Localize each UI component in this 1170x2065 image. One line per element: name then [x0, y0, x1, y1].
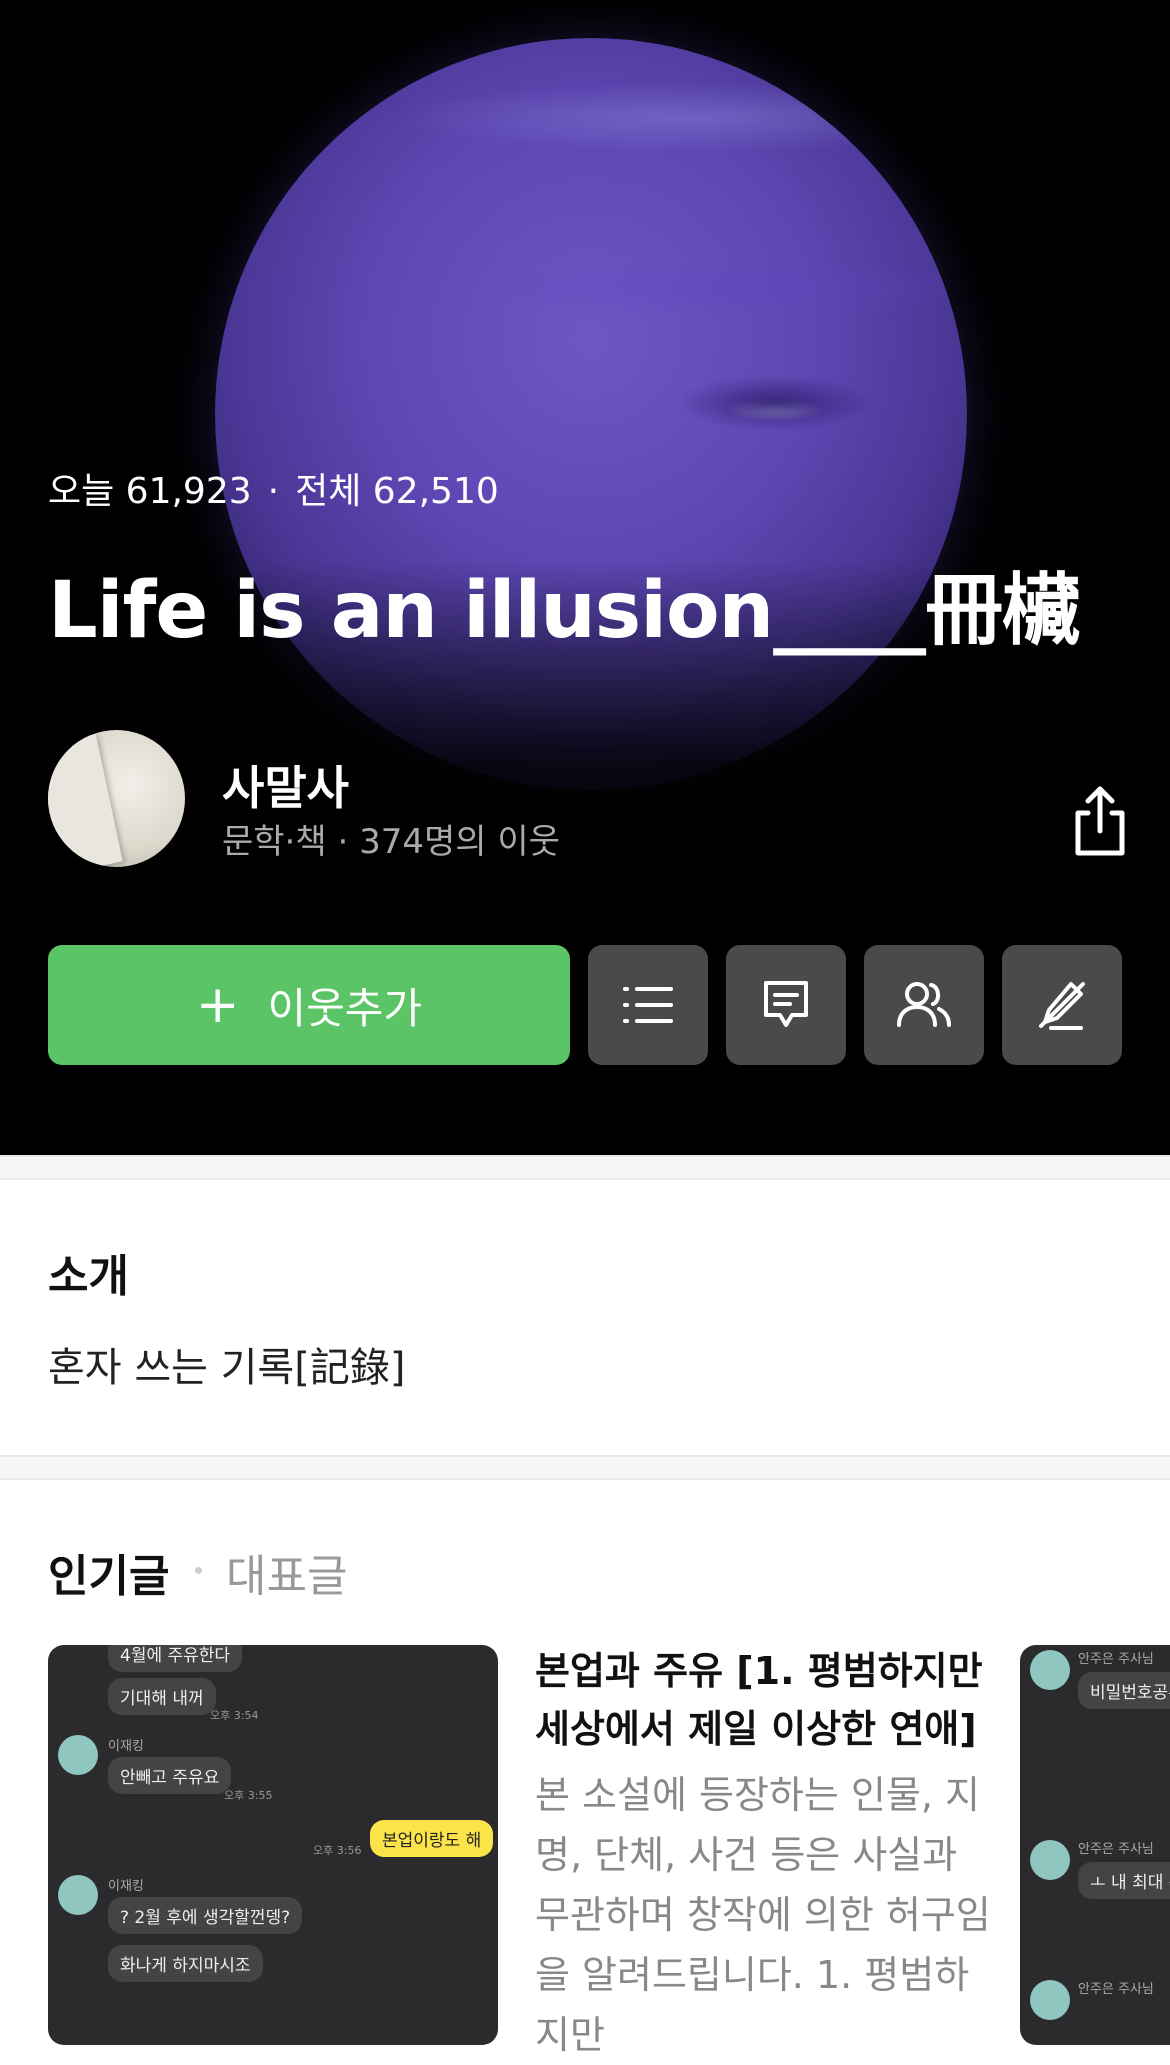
chat-avatar: [1030, 1840, 1070, 1880]
edit-off-icon: [1039, 982, 1085, 1030]
write-button[interactable]: [1002, 945, 1122, 1065]
blog-cover: 오늘 61,923 · 전체 62,510 Life is an illusion_…: [0, 0, 1170, 1155]
list-icon: [623, 987, 673, 1023]
stats-total: 전체 62,510: [295, 471, 499, 512]
share-icon[interactable]: [1068, 785, 1132, 857]
section-divider: [0, 1455, 1170, 1480]
add-neighbor-label: 이웃추가: [267, 983, 423, 1033]
visitor-stats: 오늘 61,923 · 전체 62,510: [48, 462, 499, 514]
blog-title: Life is an illusion____冊欌: [48, 566, 1080, 656]
post-title[interactable]: 본업과 주유 [1. 평범하지만 세상에서 제일 이상한 연애]: [535, 1642, 995, 1758]
tab-separator: [195, 1567, 202, 1574]
post-excerpt: 본 소설에 등장하는 인물, 지명, 단체, 사건 등은 사실과 무관하며 창작…: [535, 1773, 991, 2057]
chat-avatar: [1030, 1650, 1070, 1690]
section-divider: [0, 1155, 1170, 1180]
stats-separator: ·: [267, 471, 280, 512]
intro-heading: 소개: [48, 1251, 129, 1302]
tab-popular-posts[interactable]: 인기글: [48, 1540, 169, 1604]
guestbook-button[interactable]: [726, 945, 846, 1065]
post-thumbnail[interactable]: 4월에 주유한다 기대해 내꺼 오후 3:54 이재킹 안빼고 주유요 오후 3…: [48, 1645, 498, 2045]
chat-avatar: [58, 1735, 98, 1775]
add-neighbor-button[interactable]: + 이웃추가: [48, 945, 570, 1065]
plus-icon: +: [195, 975, 240, 1035]
blog-category-neighbors: 문학·책 · 374명의 이웃: [222, 822, 560, 862]
tab-featured-posts[interactable]: 대표글: [226, 1540, 347, 1604]
chat-avatar: [1030, 1980, 1070, 2020]
stats-today: 오늘 61,923: [48, 471, 252, 512]
intro-text: 혼자 쓰는 기록[記錄]: [48, 1345, 406, 1391]
post-list-button[interactable]: [588, 945, 708, 1065]
comment-icon: [764, 981, 808, 1027]
neighbors-icon: [897, 982, 951, 1027]
next-post-thumbnail[interactable]: 안주은 주사님 비밀번호공유 안주은 주사님 ㅗ 내 최대 관 안주은 주사님: [1020, 1645, 1170, 2045]
profile-avatar[interactable]: [48, 730, 185, 867]
neighbors-button[interactable]: [864, 945, 984, 1065]
chat-avatar: [58, 1875, 98, 1915]
blog-owner-name[interactable]: 사말사: [222, 752, 349, 818]
